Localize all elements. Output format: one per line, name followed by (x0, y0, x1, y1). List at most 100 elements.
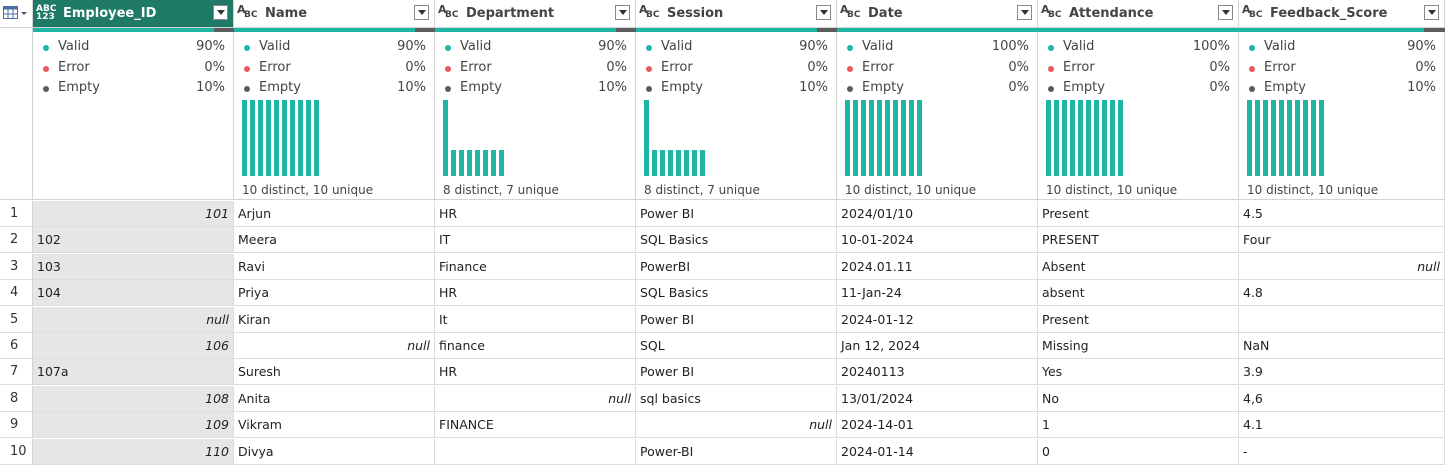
table-cell[interactable]: 13/01/2024 (837, 385, 1038, 412)
table-cell[interactable]: SQL (636, 333, 837, 359)
table-cell[interactable]: PowerBI (636, 253, 837, 280)
table-cell[interactable]: - (1239, 438, 1445, 465)
table-cell[interactable]: null (636, 412, 837, 439)
filter-dropdown-button[interactable] (1218, 5, 1233, 20)
table-cell[interactable]: 108 (33, 385, 234, 412)
table-cell[interactable]: Absent (1038, 253, 1239, 280)
filter-dropdown-button[interactable] (1424, 5, 1439, 20)
table-cell[interactable]: 1 (1038, 412, 1239, 439)
row-number[interactable]: 4 (0, 280, 33, 307)
filter-dropdown-button[interactable] (816, 5, 831, 20)
column-header[interactable]: A BC Date (837, 0, 1038, 28)
table-cell[interactable]: Present (1038, 306, 1239, 333)
table-cell[interactable] (1239, 306, 1445, 333)
table-menu-button[interactable] (0, 0, 33, 28)
table-cell[interactable]: Suresh (234, 359, 435, 386)
table-cell[interactable]: 103 (33, 253, 234, 280)
table-cell[interactable]: It (435, 306, 636, 333)
table-cell[interactable]: Anita (234, 385, 435, 412)
table-cell[interactable]: Yes (1038, 359, 1239, 386)
filter-dropdown-button[interactable] (213, 5, 228, 20)
table-cell[interactable]: FINANCE (435, 412, 636, 439)
table-cell[interactable]: 11-Jan-24 (837, 280, 1038, 307)
table-cell[interactable]: HR (435, 280, 636, 307)
table-cell[interactable]: Finance (435, 253, 636, 280)
table-cell[interactable]: IT (435, 227, 636, 254)
table-cell[interactable]: 2024.01.11 (837, 253, 1038, 280)
table-cell[interactable]: null (435, 385, 636, 412)
table-cell[interactable]: 4.8 (1239, 280, 1445, 307)
table-cell[interactable] (435, 438, 636, 465)
row-number[interactable]: 6 (0, 333, 33, 359)
column-header[interactable]: A BC Attendance (1038, 0, 1239, 28)
table-cell[interactable]: Divya (234, 438, 435, 465)
column-header[interactable]: A BC Department (435, 0, 636, 28)
table-cell[interactable]: absent (1038, 280, 1239, 307)
distribution-chart (443, 100, 563, 176)
distribution-bar (314, 100, 319, 176)
table-cell[interactable]: null (1239, 253, 1445, 280)
table-cell[interactable]: Meera (234, 227, 435, 254)
table-cell[interactable]: 2024-01-12 (837, 306, 1038, 333)
table-cell[interactable]: Ravi (234, 253, 435, 280)
error-dot-icon (1249, 65, 1255, 72)
table-cell[interactable]: Vikram (234, 412, 435, 439)
table-cell[interactable]: No (1038, 385, 1239, 412)
table-cell[interactable]: Priya (234, 280, 435, 307)
row-number[interactable]: 9 (0, 412, 33, 439)
table-cell[interactable]: Jan 12, 2024 (837, 333, 1038, 359)
table-cell[interactable]: 102 (33, 227, 234, 254)
column-header[interactable]: ABC 123 Employee_ID (33, 0, 234, 28)
column-header[interactable]: A BC Session (636, 0, 837, 28)
row-number[interactable]: 3 (0, 253, 33, 280)
row-number[interactable]: 2 (0, 227, 33, 254)
table-cell[interactable]: PRESENT (1038, 227, 1239, 254)
table-cell[interactable]: HR (435, 359, 636, 386)
row-number[interactable]: 8 (0, 385, 33, 412)
row-number[interactable]: 1 (0, 201, 33, 227)
table-cell[interactable]: 101 (33, 201, 234, 227)
filter-dropdown-button[interactable] (615, 5, 630, 20)
table-cell[interactable]: null (33, 306, 234, 333)
table-cell[interactable]: HR (435, 201, 636, 227)
table-cell[interactable]: Power-BI (636, 438, 837, 465)
table-cell[interactable]: Missing (1038, 333, 1239, 359)
filter-dropdown-button[interactable] (414, 5, 429, 20)
quality-percent: 0% (1209, 59, 1230, 75)
table-cell[interactable]: SQL Basics (636, 227, 837, 254)
column-header[interactable]: A BC Feedback_Score (1239, 0, 1445, 28)
column-header[interactable]: A BC Name (234, 0, 435, 28)
table-cell[interactable]: Kiran (234, 306, 435, 333)
table-cell[interactable]: SQL Basics (636, 280, 837, 307)
table-cell[interactable]: 3.9 (1239, 359, 1445, 386)
table-cell[interactable]: 106 (33, 333, 234, 359)
table-cell[interactable]: 2024/01/10 (837, 201, 1038, 227)
table-cell[interactable]: 2024-01-14 (837, 438, 1038, 465)
table-cell[interactable]: 104 (33, 280, 234, 307)
table-cell[interactable]: 110 (33, 438, 234, 465)
table-cell[interactable]: NaN (1239, 333, 1445, 359)
table-cell[interactable]: 10-01-2024 (837, 227, 1038, 254)
filter-dropdown-button[interactable] (1017, 5, 1032, 20)
table-cell[interactable]: 2024-14-01 (837, 412, 1038, 439)
table-cell[interactable]: sql basics (636, 385, 837, 412)
row-number[interactable]: 5 (0, 306, 33, 333)
table-cell[interactable]: 4,6 (1239, 385, 1445, 412)
table-cell[interactable]: 0 (1038, 438, 1239, 465)
table-cell[interactable]: Power BI (636, 359, 837, 386)
table-cell[interactable]: Power BI (636, 201, 837, 227)
table-cell[interactable]: null (234, 333, 435, 359)
table-cell[interactable]: 107a (33, 359, 234, 386)
table-cell[interactable]: Arjun (234, 201, 435, 227)
table-cell[interactable]: Present (1038, 201, 1239, 227)
table-cell[interactable]: 4.5 (1239, 201, 1445, 227)
table-cell[interactable]: 109 (33, 412, 234, 439)
row-number[interactable]: 7 (0, 359, 33, 386)
table-cell[interactable]: finance (435, 333, 636, 359)
table-cell[interactable]: 20240113 (837, 359, 1038, 386)
table-cell[interactable]: Four (1239, 227, 1445, 254)
table-cell[interactable]: 4.1 (1239, 412, 1445, 439)
table-cell[interactable]: Power BI (636, 306, 837, 333)
empty-dot-icon (847, 86, 853, 92)
row-number[interactable]: 10 (0, 438, 33, 465)
